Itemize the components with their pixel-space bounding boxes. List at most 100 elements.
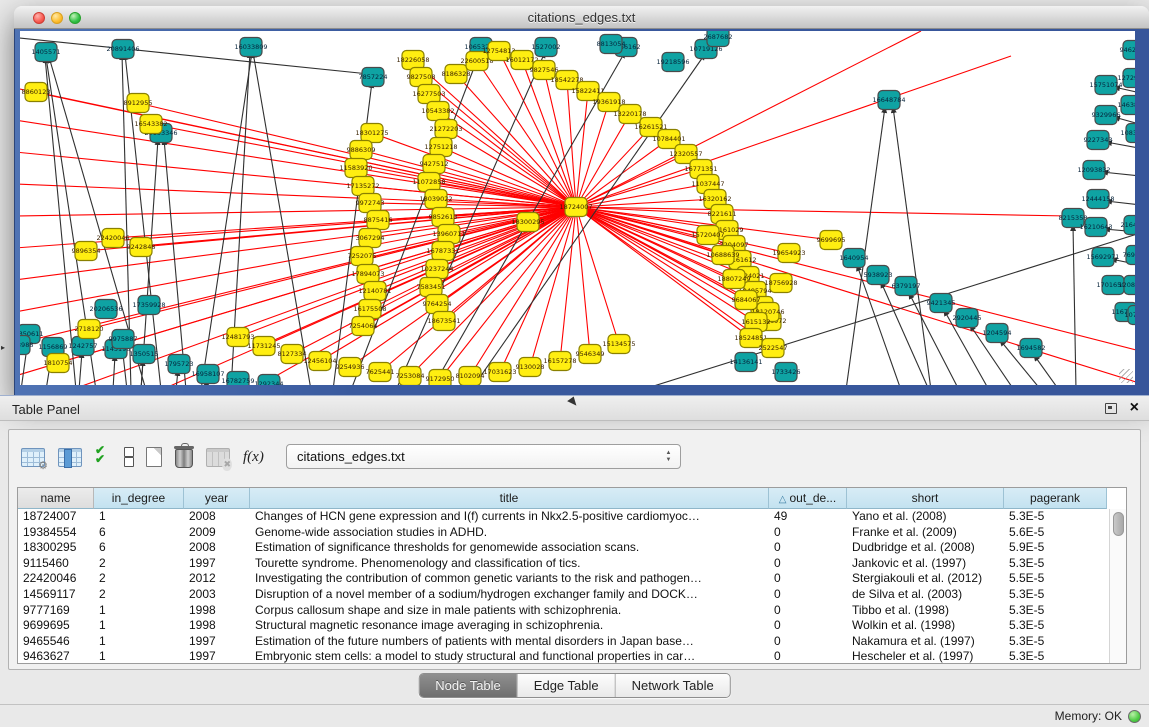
cell: Changes of HCN gene expression and I(f) …	[250, 509, 769, 525]
graph-node-label: 8102094	[456, 372, 485, 380]
graph-node-label: 16648784	[872, 96, 905, 104]
select-rows-icon[interactable]	[95, 447, 111, 467]
scrollbar-thumb[interactable]	[1113, 512, 1124, 536]
status-bar: Memory: OK	[1055, 707, 1141, 725]
graph-node-label: 16277503	[412, 90, 445, 98]
collapsed-panel-arrow-icon[interactable]: ▸	[1, 343, 5, 352]
trash-icon[interactable]	[175, 449, 193, 468]
graph-node-label: 9242848	[127, 243, 156, 251]
cell: Tibbo et al. (1998)	[847, 603, 1004, 619]
table-row[interactable]: 1456911722003Disruption of a novel membe…	[18, 587, 1126, 603]
graph-node-label: 9227343	[1084, 136, 1113, 144]
column-header-short[interactable]: short	[847, 488, 1004, 509]
graph-node-label: 16787331	[426, 247, 459, 255]
table-row[interactable]: 946554611997Estimation of the future num…	[18, 634, 1126, 650]
graph-node-label: 1350515	[130, 350, 159, 358]
column-header-title[interactable]: title	[250, 488, 769, 509]
cell: Tourette syndrome. Phenomenology and cla…	[250, 556, 769, 572]
show-columns-icon[interactable]	[58, 448, 82, 467]
graph-node-label: 11072858	[412, 178, 445, 186]
cell: 5.5E-5	[1004, 571, 1107, 587]
row-height-icon[interactable]	[124, 447, 133, 467]
graph-node-label: 18300295	[511, 218, 544, 226]
graph-node-label: 12093832	[1077, 166, 1110, 174]
cell: 1	[94, 618, 184, 634]
table-row[interactable]: 1938455462009Genome-wide association stu…	[18, 525, 1126, 541]
graph-node-label: 17135272	[346, 182, 379, 190]
graph-edge	[20, 38, 369, 74]
resize-grip-icon[interactable]	[1119, 369, 1133, 383]
window-titlebar[interactable]: citations_edges.txt	[14, 6, 1149, 29]
network-graph[interactable]: 1405571208914061603380978572241065328715…	[20, 31, 1135, 385]
cell: Estimation of significance thresholds fo…	[250, 540, 769, 556]
cell: 2	[94, 587, 184, 603]
table-row[interactable]: 2242004622012Investigating the contribut…	[18, 571, 1126, 587]
graph-node-label: 11583920	[339, 164, 372, 172]
tab-edge-table[interactable]: Edge Table	[518, 674, 616, 697]
sort-ascending-icon: △	[779, 494, 787, 505]
cell: 0	[769, 571, 847, 587]
column-header-in_degree[interactable]: in_degree	[94, 488, 184, 509]
graph-node-label: 15134575	[602, 340, 635, 348]
cell: 19384554	[18, 525, 94, 541]
column-header-year[interactable]: year	[184, 488, 250, 509]
graph-node-label: 12444158	[1081, 195, 1114, 203]
table-row[interactable]: 911546021997Tourette syndrome. Phenomeno…	[18, 556, 1126, 572]
graph-edge	[20, 207, 576, 312]
tab-node-table[interactable]: Node Table	[419, 674, 518, 697]
graph-node-label: 16958107	[191, 370, 224, 378]
table-row[interactable]: 1872400712008Changes of HCN gene express…	[18, 509, 1126, 525]
column-header-out_de[interactable]: △out_de...	[769, 488, 847, 509]
window-title: citations_edges.txt	[14, 10, 1149, 25]
graph-node-label: 8860123	[22, 88, 51, 96]
column-header-name[interactable]: name	[18, 488, 94, 509]
table-selector-value: citations_edges.txt	[297, 449, 405, 464]
table-row[interactable]: 1830029562008Estimation of significance …	[18, 540, 1126, 556]
graph-edge	[846, 107, 885, 385]
table-row[interactable]: 977716911998Corpus callosum shape and si…	[18, 603, 1126, 619]
vertical-scrollbar[interactable]	[1109, 509, 1126, 663]
graph-node-label: 1156869	[39, 343, 68, 351]
new-table-icon[interactable]	[146, 447, 162, 467]
float-panel-icon[interactable]	[1105, 403, 1117, 414]
graph-edge	[20, 120, 576, 207]
cell: 5.9E-5	[1004, 540, 1107, 556]
column-header-pagerank[interactable]: pagerank	[1004, 488, 1107, 509]
cell: 0	[769, 556, 847, 572]
graph-node-label: 2687682	[704, 33, 733, 41]
cell: 6	[94, 525, 184, 541]
network-canvas[interactable]: 1405571208914061603380978572241065328715…	[20, 31, 1135, 385]
graph-node-label: 10784401	[652, 135, 685, 143]
graph-edge	[164, 139, 186, 385]
cell: 1	[94, 634, 184, 650]
graph-node-label: 18226058	[396, 56, 429, 64]
network-window: citations_edges.txt 14055712089140616033…	[14, 6, 1149, 395]
table-tab-bar: Node TableEdge TableNetwork Table	[418, 673, 731, 698]
graph-node-label: 20206536	[89, 305, 122, 313]
close-panel-icon[interactable]: ×	[1130, 398, 1139, 418]
table-selector-dropdown[interactable]: citations_edges.txt ▲▼	[286, 444, 681, 469]
graph-node-label: 9462828	[1120, 46, 1135, 54]
function-builder-icon[interactable]: f(x)	[243, 449, 264, 466]
import-table-icon[interactable]	[206, 448, 230, 467]
tab-network-table[interactable]: Network Table	[616, 674, 730, 697]
graph-node-label: 9421345	[927, 299, 956, 307]
cell: Wolkin et al. (1998)	[847, 618, 1004, 634]
graph-node-label: 1463831	[1118, 101, 1135, 109]
cell: 5.3E-5	[1004, 587, 1107, 603]
table-row[interactable]: 946362711997Embryonic stem cells: a mode…	[18, 649, 1126, 665]
table-settings-icon[interactable]	[21, 448, 45, 467]
cell: 1997	[184, 556, 250, 572]
cell: 9699695	[18, 618, 94, 634]
graph-node-label: 1204594	[983, 329, 1012, 337]
graph-node-label: 12320557	[669, 150, 702, 158]
graph-node-label: 10237244	[420, 265, 453, 273]
graph-node-label: 2164852	[1121, 221, 1135, 229]
graph-node-label: 7625441	[366, 368, 395, 376]
cell: 5.6E-5	[1004, 525, 1107, 541]
graph-node-label: 22420046	[96, 234, 129, 242]
table-row[interactable]: 969969511998Structural magnetic resonanc…	[18, 618, 1126, 634]
graph-node-label: 16157278	[543, 357, 576, 365]
cell: 18300295	[18, 540, 94, 556]
graph-node-label: 9827546	[530, 66, 559, 74]
